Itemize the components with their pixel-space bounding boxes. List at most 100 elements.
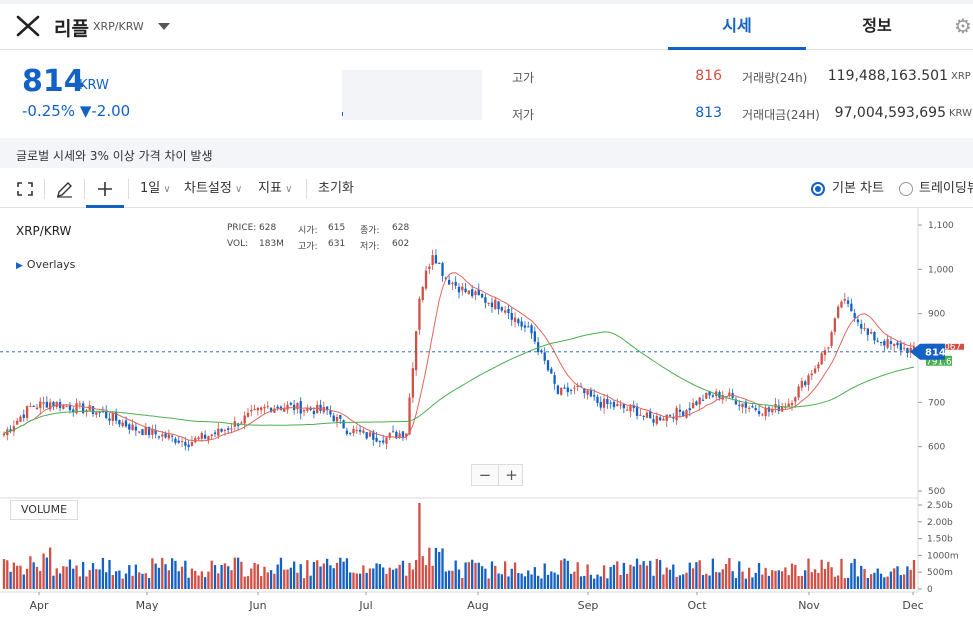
volume-tick-label: 1.50b <box>927 535 953 545</box>
volume-bar <box>451 570 454 589</box>
zoom-in-button[interactable]: + <box>498 465 524 485</box>
volume-bar <box>184 560 187 589</box>
volume-bar <box>738 561 741 589</box>
volume-bar <box>602 565 606 589</box>
volume-bar <box>9 571 12 589</box>
volume-bar <box>744 578 748 589</box>
volume-bar <box>335 562 339 589</box>
candle-body <box>134 426 138 431</box>
candle-body <box>52 401 55 406</box>
price-chart[interactable]: 1,1001,0009008007006005002.50b2.00b1.50b… <box>0 208 973 620</box>
tab-quote[interactable]: 시세 <box>668 4 806 50</box>
volume-bar <box>490 561 494 589</box>
volume-bar <box>124 573 128 589</box>
indicators-select[interactable]: 지표 ∨ <box>258 170 292 208</box>
candle-body <box>299 401 302 414</box>
legend-vol-label: VOL: <box>227 239 249 249</box>
volume-bar <box>843 578 846 589</box>
candle-body <box>757 411 761 415</box>
candle-body <box>223 429 227 431</box>
volume-bar <box>213 565 217 589</box>
volume-bar <box>154 563 157 589</box>
toolbar-divider <box>128 179 129 199</box>
candle-body <box>662 418 665 421</box>
volume-bar <box>19 565 22 589</box>
pencil-icon[interactable] <box>56 181 73 198</box>
chart-area[interactable]: 1,1001,0009008007006005002.50b2.00b1.50b… <box>0 208 973 620</box>
volume-bar <box>586 564 589 589</box>
volume-bar <box>724 563 728 589</box>
candle-body <box>566 387 569 393</box>
candle-body <box>560 387 563 395</box>
candle-body <box>639 414 642 416</box>
candle-body <box>886 339 889 348</box>
candle-body <box>490 302 494 308</box>
basic-chart-radio[interactable] <box>811 182 825 196</box>
volume-bar <box>797 576 800 589</box>
chart-toolbar: 1일 ∨ 차트설정 ∨ 지표 ∨ 초기화 기본 차트 트레이딩뷰 <box>0 170 973 208</box>
volume-bar <box>461 578 464 589</box>
fullscreen-icon[interactable] <box>17 182 33 196</box>
volume-bar <box>474 562 477 589</box>
zoom-out-button[interactable]: − <box>472 465 498 485</box>
volume-bar <box>665 567 668 589</box>
coin-select-caret-icon[interactable] <box>158 23 170 30</box>
volume-bar <box>441 548 444 589</box>
volume-bar <box>187 577 190 589</box>
volume-bar <box>302 578 306 589</box>
volume-bar <box>767 575 771 589</box>
candle-body <box>665 414 668 421</box>
candle-body <box>391 431 395 433</box>
overlays-toggle[interactable]: ▶ Overlays <box>16 258 75 271</box>
volume-bar <box>484 568 487 589</box>
candle-body <box>378 440 382 442</box>
candle-body <box>375 437 378 442</box>
volume-bar <box>487 578 490 589</box>
period-select[interactable]: 1일 ∨ <box>140 170 171 208</box>
candle-body <box>200 432 203 439</box>
volume-bar <box>701 575 705 589</box>
legend-vol-value: 183M <box>259 239 284 249</box>
x-tick-label: Jun <box>248 599 266 612</box>
volume-bar <box>269 570 273 589</box>
volume-bar <box>741 571 744 589</box>
volume-bar <box>846 577 850 589</box>
candle-body <box>794 397 797 402</box>
tradingview-radio[interactable] <box>899 182 913 196</box>
volume-bar <box>411 569 414 589</box>
volume-bar <box>889 571 893 589</box>
volume-bar <box>583 575 586 589</box>
volume-bar <box>886 576 889 589</box>
volume-tick-label: 500m <box>927 568 953 578</box>
volume-bar <box>375 563 378 589</box>
tradingview-label: 트레이딩뷰 <box>919 181 973 196</box>
candle-body <box>619 404 622 406</box>
volume-bar <box>718 572 721 589</box>
volume-bar <box>414 559 418 589</box>
candle-body <box>461 286 464 291</box>
volume-bar <box>250 568 253 589</box>
candle-body <box>385 437 388 444</box>
candle-body <box>902 347 906 349</box>
tab-info[interactable]: 정보 <box>808 4 946 50</box>
candle-body <box>474 291 477 296</box>
crosshair-tool[interactable] <box>86 170 124 208</box>
candle-body <box>362 430 365 433</box>
chevron-down-icon: ∨ <box>160 184 171 195</box>
volume-bar <box>444 571 447 589</box>
candle-body <box>95 412 98 415</box>
candle-body <box>266 406 269 408</box>
chart-settings-select[interactable]: 차트설정 ∨ <box>184 170 242 208</box>
candle-body <box>118 420 121 425</box>
candle-body <box>856 319 860 323</box>
candle-body <box>616 404 619 406</box>
candle-body <box>220 428 223 432</box>
volume-bar <box>138 572 141 589</box>
candle-body <box>527 326 530 328</box>
volume-bar <box>853 558 856 589</box>
volume-bar <box>556 574 560 589</box>
gear-icon[interactable]: ⚙ <box>954 14 972 38</box>
reset-button[interactable]: 초기화 <box>318 170 354 208</box>
candle-body <box>658 417 662 421</box>
candle-body <box>500 307 504 311</box>
